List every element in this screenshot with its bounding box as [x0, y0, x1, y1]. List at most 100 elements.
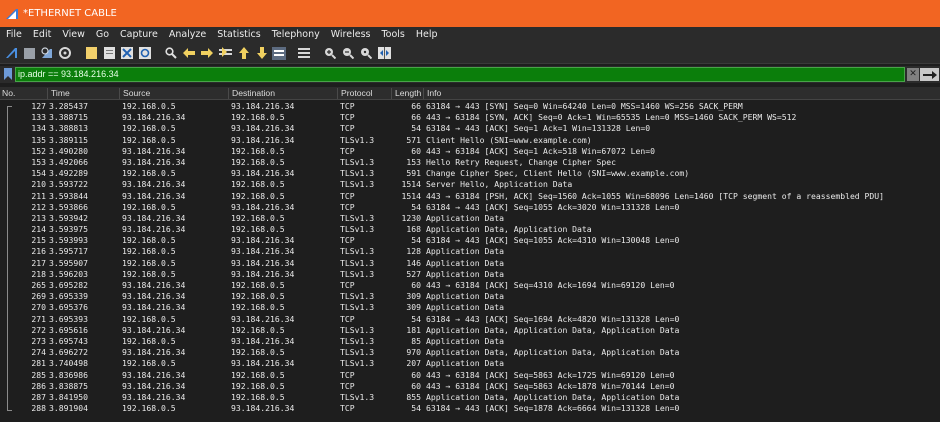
table-row[interactable]: 210 3.593722 93.184.216.34 192.168.0.5 TLSv1… — [0, 179, 940, 190]
display-filter-input[interactable]: ip.addr == 93.184.216.34 — [15, 67, 905, 82]
packet-destination: 93.184.216.34 — [231, 358, 295, 369]
menu-tools[interactable]: Tools — [381, 29, 404, 40]
menu-statistics[interactable]: Statistics — [217, 29, 260, 40]
packet-protocol: TCP — [340, 403, 355, 414]
packet-length: 591 — [406, 168, 421, 179]
wireshark-fin-icon — [6, 8, 18, 19]
capture-options-icon[interactable] — [58, 46, 72, 60]
menu-capture[interactable]: Capture — [120, 29, 158, 40]
menu-telephony[interactable]: Telephony — [272, 29, 320, 40]
packet-length: 54 — [411, 403, 421, 414]
column-header-info[interactable]: Info — [423, 88, 940, 99]
go-forward-icon[interactable] — [200, 46, 214, 60]
packet-time: 3.492066 — [49, 156, 88, 167]
go-first-icon[interactable] — [237, 46, 251, 60]
go-to-packet-icon[interactable] — [218, 46, 232, 60]
bookmark-icon[interactable] — [2, 67, 14, 81]
packet-destination: 192.168.0.5 — [231, 380, 285, 391]
table-row[interactable]: 271 3.695393 192.168.0.5 93.184.216.34 TCP 54… — [0, 314, 940, 325]
colorize-icon[interactable] — [297, 46, 311, 60]
packet-destination: 93.184.216.34 — [231, 123, 295, 134]
zoom-normal-icon[interactable] — [359, 46, 373, 60]
table-row[interactable]: 274 3.696272 93.184.216.34 192.168.0.5 TLSv1… — [0, 347, 940, 358]
menu-go[interactable]: Go — [96, 29, 109, 40]
menu-wireless[interactable]: Wireless — [331, 29, 371, 40]
table-row[interactable]: 216 3.595717 192.168.0.5 93.184.216.34 TLSv1… — [0, 246, 940, 257]
save-file-icon[interactable] — [102, 46, 116, 60]
table-row[interactable]: 217 3.595907 192.168.0.5 93.184.216.34 TLSv1… — [0, 258, 940, 269]
column-header-protocol[interactable]: Protocol — [337, 88, 391, 99]
stop-icon[interactable] — [22, 46, 36, 60]
table-row[interactable]: 218 3.596203 192.168.0.5 93.184.216.34 TLSv1… — [0, 269, 940, 280]
packet-destination: 93.184.216.34 — [231, 134, 295, 145]
table-row[interactable]: 135 3.389115 192.168.0.5 93.184.216.34 TLSv1… — [0, 135, 940, 146]
table-row[interactable]: 265 3.695282 93.184.216.34 192.168.0.5 TCP 60… — [0, 280, 940, 291]
table-row[interactable]: 154 3.492289 192.168.0.5 93.184.216.34 TLSv1… — [0, 168, 940, 179]
packet-no: 210 — [31, 179, 46, 190]
apply-filter-arrow-icon[interactable] — [920, 68, 939, 81]
table-row[interactable]: 211 3.593844 93.184.216.34 192.168.0.5 TCP 15… — [0, 191, 940, 202]
table-row[interactable]: 133 3.388715 93.184.216.34 192.168.0.5 TCP 66… — [0, 112, 940, 123]
packet-no: 285 — [31, 369, 46, 380]
table-row[interactable]: 152 3.490280 93.184.216.34 192.168.0.5 TCP 60… — [0, 146, 940, 157]
packet-length: 54 — [411, 235, 421, 246]
table-row[interactable]: 287 3.841950 93.184.216.34 192.168.0.5 TLSv1… — [0, 392, 940, 403]
packet-time: 3.841950 — [49, 391, 88, 402]
table-row[interactable]: 214 3.593975 93.184.216.34 192.168.0.5 TLSv1… — [0, 224, 940, 235]
close-file-icon[interactable] — [120, 46, 134, 60]
packet-source: 93.184.216.34 — [122, 280, 186, 290]
shark-fin-start-icon[interactable] — [4, 46, 18, 60]
packet-source: 192.168.0.5 — [122, 313, 176, 324]
restart-icon[interactable] — [40, 46, 54, 60]
packet-protocol: TLSv1.3 — [340, 257, 375, 268]
table-row[interactable]: 269 3.695339 93.184.216.34 192.168.0.5 TLSv1… — [0, 291, 940, 302]
table-row[interactable]: 153 3.492066 93.184.216.34 192.168.0.5 TLSv1… — [0, 157, 940, 168]
table-row[interactable]: 286 3.838875 93.184.216.34 192.168.0.5 TCP 60… — [0, 381, 940, 392]
packet-no: 212 — [31, 201, 46, 212]
column-header-destination[interactable]: Destination — [228, 88, 337, 99]
table-row[interactable]: 272 3.695616 93.184.216.34 192.168.0.5 TLSv1… — [0, 325, 940, 336]
menu-file[interactable]: File — [6, 29, 22, 40]
zoom-out-icon[interactable] — [341, 46, 355, 60]
packet-destination: 192.168.0.5 — [231, 224, 285, 235]
table-row[interactable]: 127 3.285437 192.168.0.5 93.184.216.34 TCP 66… — [0, 101, 940, 112]
table-row[interactable]: 212 3.593866 192.168.0.5 93.184.216.34 TCP 54… — [0, 202, 940, 213]
go-back-icon[interactable] — [182, 46, 196, 60]
column-header-source[interactable]: Source — [119, 88, 228, 99]
packet-destination: 192.168.0.5 — [231, 156, 285, 167]
column-header-time[interactable]: Time — [47, 88, 119, 99]
resize-columns-icon[interactable] — [377, 46, 391, 60]
packet-destination: 93.184.216.34 — [231, 201, 295, 212]
table-row[interactable]: 273 3.695743 192.168.0.5 93.184.216.34 TLSv1… — [0, 336, 940, 347]
menu-view[interactable]: View — [62, 29, 85, 40]
packet-info: Application Data, Application Data, Appl… — [426, 347, 680, 358]
table-row[interactable]: 285 3.836986 93.184.216.34 192.168.0.5 TCP 60… — [0, 370, 940, 381]
packet-source: 93.184.216.34 — [122, 291, 186, 302]
menu-edit[interactable]: Edit — [33, 29, 51, 40]
table-row[interactable]: 270 3.695376 93.184.216.34 192.168.0.5 TLSv1… — [0, 302, 940, 313]
reload-icon[interactable] — [138, 46, 152, 60]
packet-protocol: TCP — [340, 190, 355, 201]
table-row[interactable]: 134 3.388813 192.168.0.5 93.184.216.34 TCP 54… — [0, 123, 940, 134]
table-row[interactable]: 215 3.593993 192.168.0.5 93.184.216.34 TCP 54… — [0, 235, 940, 246]
table-row[interactable]: 281 3.740498 192.168.0.5 93.184.216.34 TLSv1… — [0, 358, 940, 369]
clear-filter-icon[interactable]: ✕ — [907, 68, 919, 81]
packet-destination: 192.168.0.5 — [231, 347, 285, 358]
column-header-length[interactable]: Length — [391, 88, 423, 99]
zoom-in-icon[interactable] — [323, 46, 337, 60]
packet-destination: 192.168.0.5 — [231, 212, 285, 223]
packet-protocol: TLSv1.3 — [340, 302, 375, 313]
packet-list-header: No. Time Source Destination Protocol Len… — [0, 87, 940, 100]
column-header-no[interactable]: No. — [0, 88, 47, 99]
go-last-icon[interactable] — [255, 46, 269, 60]
open-file-icon[interactable] — [84, 46, 98, 60]
menu-analyze[interactable]: Analyze — [169, 29, 206, 40]
menu-help[interactable]: Help — [416, 29, 438, 40]
packet-destination: 93.184.216.34 — [231, 313, 295, 324]
packet-source: 192.168.0.5 — [122, 268, 176, 279]
table-row[interactable]: 288 3.891904 192.168.0.5 93.184.216.34 TCP 54… — [0, 403, 940, 414]
table-row[interactable]: 213 3.593942 93.184.216.34 192.168.0.5 TLSv1… — [0, 213, 940, 224]
find-icon[interactable] — [164, 46, 178, 60]
autoscroll-icon[interactable] — [272, 46, 286, 60]
packet-length: 54 — [411, 201, 421, 212]
